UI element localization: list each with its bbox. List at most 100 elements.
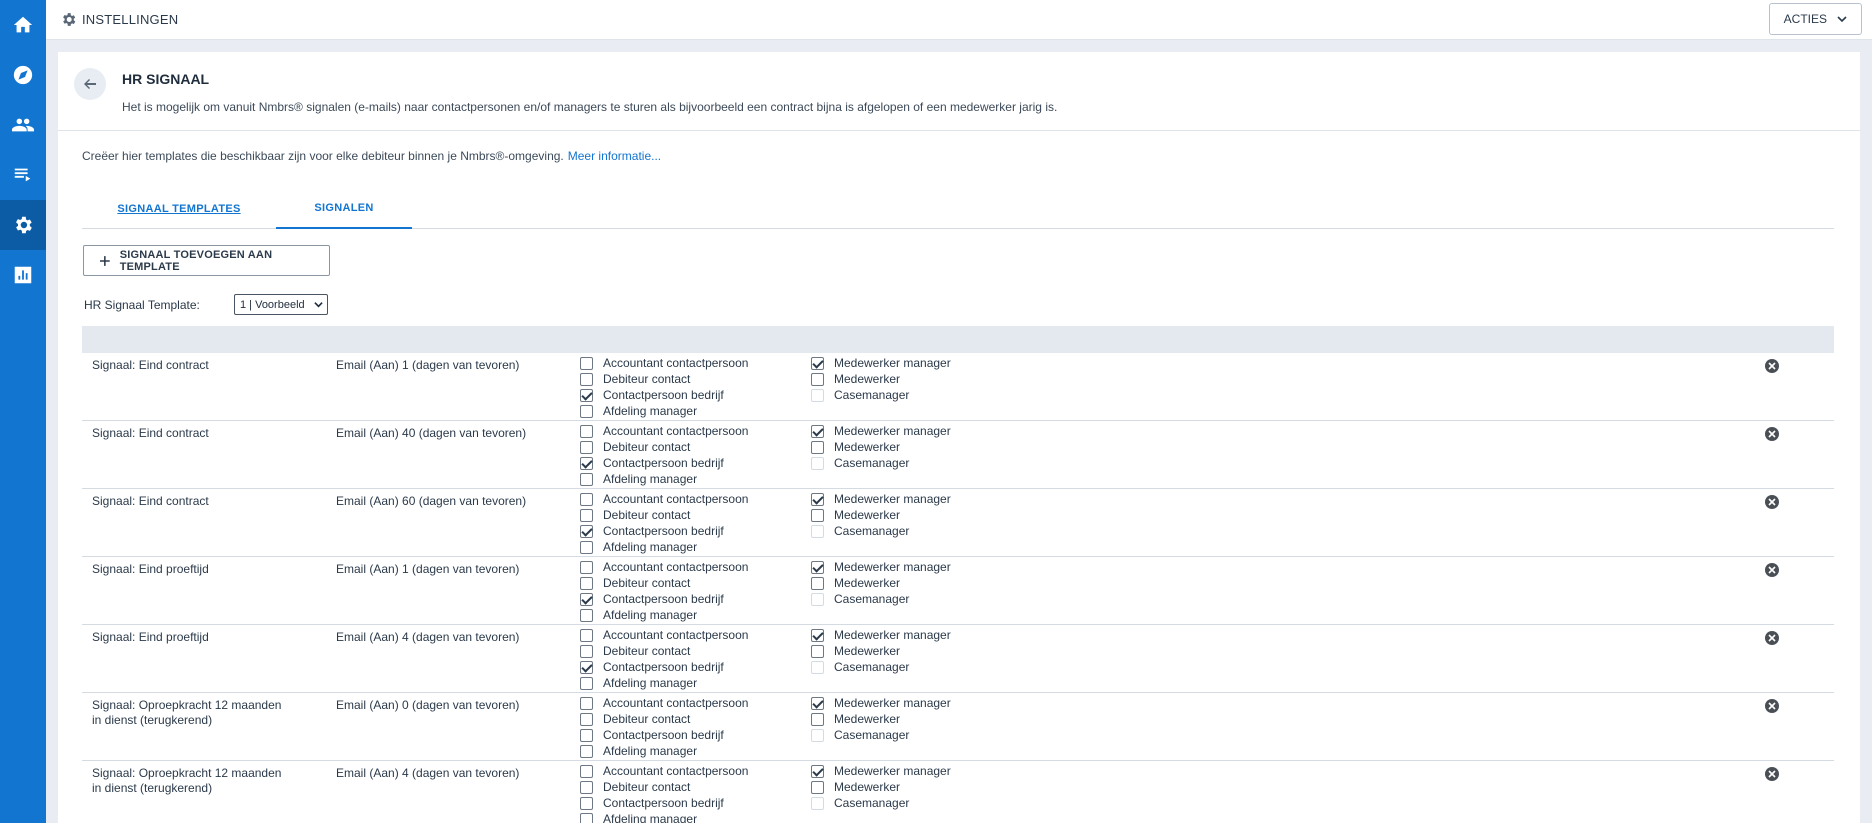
recipient-label: Afdeling manager [603,608,698,622]
recipient-option: Accountant contactpersoon [580,491,748,507]
recipient-checkbox [811,456,824,470]
recipient-checkbox[interactable] [811,492,824,506]
recipient-checkbox[interactable] [580,576,593,590]
back-button[interactable] [74,68,106,100]
gear-icon [63,13,76,26]
recipient-checkbox[interactable] [580,608,593,622]
recipient-checkbox[interactable] [580,764,593,778]
recipient-checkbox[interactable] [580,812,593,823]
delete-row-button[interactable] [1765,631,1779,645]
arrow-left-icon [84,79,96,89]
recipient-checkbox[interactable] [580,524,593,538]
recipient-checkbox[interactable] [580,796,593,810]
recipient-label: Accountant contactpersoon [603,560,749,574]
sidebar-item-people[interactable] [0,100,46,150]
actions-dropdown[interactable]: ACTIES [1768,3,1862,35]
plus-icon [100,255,110,266]
close-icon [1768,498,1776,506]
recipient-checkbox[interactable] [580,592,593,606]
recipient-option: Medewerker manager [811,695,951,711]
sidebar-item-list[interactable] [0,150,46,200]
recipient-checkbox[interactable] [811,628,824,642]
recipient-checkbox[interactable] [811,696,824,710]
recipient-checkbox[interactable] [811,764,824,778]
delete-row-button[interactable] [1765,359,1779,373]
recipient-checkbox[interactable] [580,712,593,726]
recipient-label: Debiteur contact [603,712,691,726]
recipient-label: Accountant contactpersoon [603,424,749,438]
recipient-label: Contactpersoon bedrijf [603,524,724,538]
recipient-label: Afdeling manager [603,744,698,758]
tab-signalen[interactable]: SIGNALEN [276,188,412,229]
recipient-label: Medewerker [834,440,901,454]
recipient-checkbox[interactable] [580,728,593,742]
recipient-checkbox[interactable] [811,424,824,438]
table-row: Signaal: Eind contract Email (Aan) 60 (da… [82,489,1834,557]
recipient-checkbox[interactable] [580,644,593,658]
recipient-checkbox[interactable] [811,356,824,370]
recipient-checkbox[interactable] [811,780,824,794]
recipient-option: Medewerker manager [811,763,951,779]
breadcrumb-label: INSTELLINGEN [82,12,179,27]
recipient-checkbox[interactable] [580,388,593,402]
delete-row-button[interactable] [1765,427,1779,441]
recipient-checkbox[interactable] [580,372,593,386]
sidebar-item-home[interactable] [0,0,46,50]
chevron-down-icon [1837,16,1847,23]
recipient-checkbox[interactable] [580,696,593,710]
sidebar-item-settings[interactable] [0,200,46,250]
table-row: Signaal: Oproepkracht 12 maanden in dien… [82,693,1834,761]
recipient-option: Contactpersoon bedrijf [580,795,748,811]
close-icon [1768,362,1776,370]
recipient-checkbox[interactable] [580,472,593,486]
sidebar-item-explore[interactable] [0,50,46,100]
recipient-checkbox[interactable] [580,508,593,522]
recipient-checkbox[interactable] [580,560,593,574]
recipient-checkbox[interactable] [811,440,824,454]
recipient-option: Accountant contactpersoon [580,355,748,371]
recipient-label: Contactpersoon bedrijf [603,592,724,606]
recipient-option: Casemanager [811,659,951,675]
recipient-label: Casemanager [834,796,910,810]
recipient-checkbox[interactable] [811,508,824,522]
delete-row-button[interactable] [1765,563,1779,577]
recipient-option: Debiteur contact [580,439,748,455]
sidebar-item-reports[interactable] [0,250,46,300]
recipient-checkbox[interactable] [811,576,824,590]
more-info-link[interactable]: Meer informatie... [568,149,661,163]
recipient-checkbox[interactable] [580,628,593,642]
recipient-checkbox[interactable] [580,780,593,794]
recipient-checkbox[interactable] [580,744,593,758]
signal-name: Signaal: Oproepkracht 12 maanden in dien… [92,698,282,727]
delete-row-button[interactable] [1765,699,1779,713]
add-signal-button[interactable]: SIGNAAL TOEVOEGEN AAN TEMPLATE [83,245,330,276]
recipient-checkbox[interactable] [580,456,593,470]
tab-signaal-templates[interactable]: SIGNAAL TEMPLATES [82,188,276,229]
recipient-label: Debiteur contact [603,780,691,794]
table-header [82,326,1834,353]
recipient-label: Casemanager [834,728,910,742]
recipient-checkbox[interactable] [811,712,824,726]
recipient-checkbox[interactable] [811,644,824,658]
recipient-checkbox[interactable] [811,372,824,386]
recipient-checkbox[interactable] [580,540,593,554]
recipient-option: Afdeling manager [580,743,748,759]
delete-row-button[interactable] [1765,767,1779,781]
delete-row-button[interactable] [1765,495,1779,509]
recipient-checkbox[interactable] [580,424,593,438]
signal-email: Email (Aan) 1 (dagen van tevoren) [336,358,520,372]
signal-email: Email (Aan) 40 (dagen van tevoren) [336,426,527,440]
recipient-checkbox[interactable] [811,560,824,574]
recipient-checkbox[interactable] [580,356,593,370]
recipient-checkbox[interactable] [580,440,593,454]
main-card: HR SIGNAAL Het is mogelijk om vanuit Nmb… [58,52,1860,823]
recipient-checkbox [811,660,824,674]
template-select[interactable]: 1 | Voorbeeld [234,294,328,315]
close-icon [1768,770,1776,778]
recipient-checkbox[interactable] [580,492,593,506]
recipient-checkbox[interactable] [580,676,593,690]
recipient-checkbox[interactable] [580,404,593,418]
recipient-option: Casemanager [811,523,951,539]
recipient-checkbox[interactable] [580,660,593,674]
recipient-label: Medewerker manager [834,492,951,506]
